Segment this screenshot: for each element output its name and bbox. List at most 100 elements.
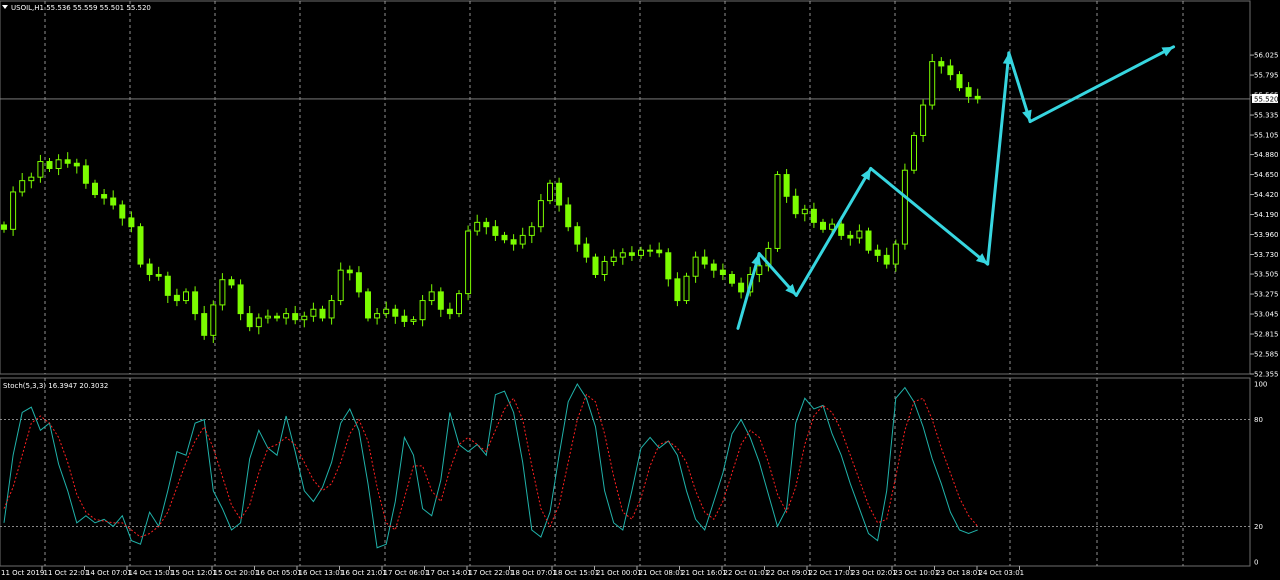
candle-body (601, 260, 608, 275)
price-tick-label: 54.880 (1254, 151, 1279, 159)
candle-body (201, 313, 208, 336)
candle-body (647, 249, 654, 252)
price-tick-label: 53.505 (1254, 271, 1279, 279)
candle-body (801, 208, 808, 215)
candle-body (310, 308, 317, 317)
candle-body (965, 87, 972, 97)
candle-body (592, 256, 599, 275)
candle-body (574, 226, 581, 245)
candle-body (365, 291, 371, 319)
price-tick-label: 54.420 (1254, 191, 1279, 199)
candle-body (492, 226, 499, 236)
candle-body (783, 174, 790, 197)
candle-body (729, 273, 735, 284)
current-price-label: 55.520 (1254, 95, 1279, 103)
candle-body (392, 308, 399, 317)
candle-body (638, 249, 644, 256)
candle-body (410, 319, 417, 322)
time-tick-label: 11 Oct 22:01 (44, 569, 90, 577)
time-tick-label: 16 Oct 05:01 (256, 569, 302, 577)
candle-body (874, 249, 881, 256)
candle-body (474, 221, 481, 232)
candle-body (137, 226, 144, 265)
candle-body (901, 169, 908, 245)
candle-body (974, 95, 981, 100)
time-tick-label: 24 Oct 03:01 (979, 569, 1025, 577)
candle-body (1, 224, 7, 230)
candle-body (346, 269, 353, 274)
candle-body (719, 269, 726, 275)
candle-body (374, 313, 381, 319)
candle-body (792, 195, 799, 215)
candle-body (82, 165, 89, 184)
candle-body (319, 308, 326, 319)
candle-body (701, 256, 708, 265)
candle-body (292, 313, 299, 321)
candle-body (110, 197, 117, 206)
candle-body (19, 180, 26, 193)
candle-body (92, 182, 98, 196)
time-tick-label: 18 Oct 15:01 (554, 569, 600, 577)
time-tick-label: 15 Oct 20:01 (214, 569, 260, 577)
candle-body (628, 252, 635, 256)
candle-body (692, 256, 699, 277)
candle-body (483, 221, 490, 228)
candle-body (710, 263, 717, 271)
candle-body (383, 308, 390, 315)
candle-body (856, 230, 863, 239)
time-tick-label: 22 Oct 17:01 (809, 569, 855, 577)
candle-body (419, 300, 426, 321)
candle-body (547, 182, 553, 202)
candle-body (665, 252, 672, 280)
candle-body (738, 282, 745, 293)
candle-body (556, 182, 563, 206)
candle-body (774, 174, 781, 249)
candle-body (619, 252, 626, 258)
candle-body (155, 273, 162, 277)
price-tick-label: 52.585 (1254, 351, 1279, 359)
candle-body (847, 234, 854, 239)
candle-body (337, 269, 344, 302)
time-tick-label: 21 Oct 08:01 (639, 569, 685, 577)
stoch-tick-label: 0 (1254, 559, 1258, 567)
candle-body (956, 74, 963, 89)
price-tick-label: 55.335 (1254, 112, 1279, 120)
time-tick-label: 21 Oct 00:01 (596, 569, 642, 577)
candle-body (255, 317, 262, 328)
candle-body (328, 300, 335, 319)
candle-body (55, 159, 62, 169)
time-tick-label: 22 Oct 09:01 (766, 569, 812, 577)
candle-body (210, 304, 217, 336)
candle-body (810, 208, 817, 223)
price-tick-label: 53.275 (1254, 291, 1279, 299)
candle-body (865, 230, 872, 251)
candle-body (10, 191, 17, 230)
candle-body (820, 221, 826, 230)
candle-body (192, 291, 199, 315)
chart-canvas: 56.02555.79555.56555.33555.10554.88054.6… (0, 0, 1280, 580)
price-tick-label: 52.815 (1254, 331, 1279, 339)
candle-body (28, 176, 35, 182)
candle-body (583, 243, 590, 258)
candle-body (301, 315, 308, 321)
candle-body (173, 294, 180, 302)
candle-body (674, 278, 681, 302)
candle-body (892, 243, 899, 265)
candle-body (656, 249, 663, 254)
candle-body (355, 272, 362, 293)
price-tick-label: 53.045 (1254, 311, 1279, 319)
candle-body (446, 308, 453, 315)
candle-body (146, 263, 153, 275)
candle-body (838, 223, 845, 236)
candle-body (456, 293, 462, 315)
time-tick-label: 23 Oct 02:01 (851, 569, 897, 577)
time-tick-label: 14 Oct 07:01 (86, 569, 132, 577)
candle-body (64, 159, 71, 164)
candle-body (246, 313, 253, 328)
candle-body (428, 291, 435, 302)
candle-body (920, 104, 927, 136)
time-tick-label: 16 Oct 21:01 (341, 569, 387, 577)
candle-body (929, 61, 936, 106)
time-tick-label: 18 Oct 07:01 (511, 569, 557, 577)
candle-body (164, 275, 171, 296)
